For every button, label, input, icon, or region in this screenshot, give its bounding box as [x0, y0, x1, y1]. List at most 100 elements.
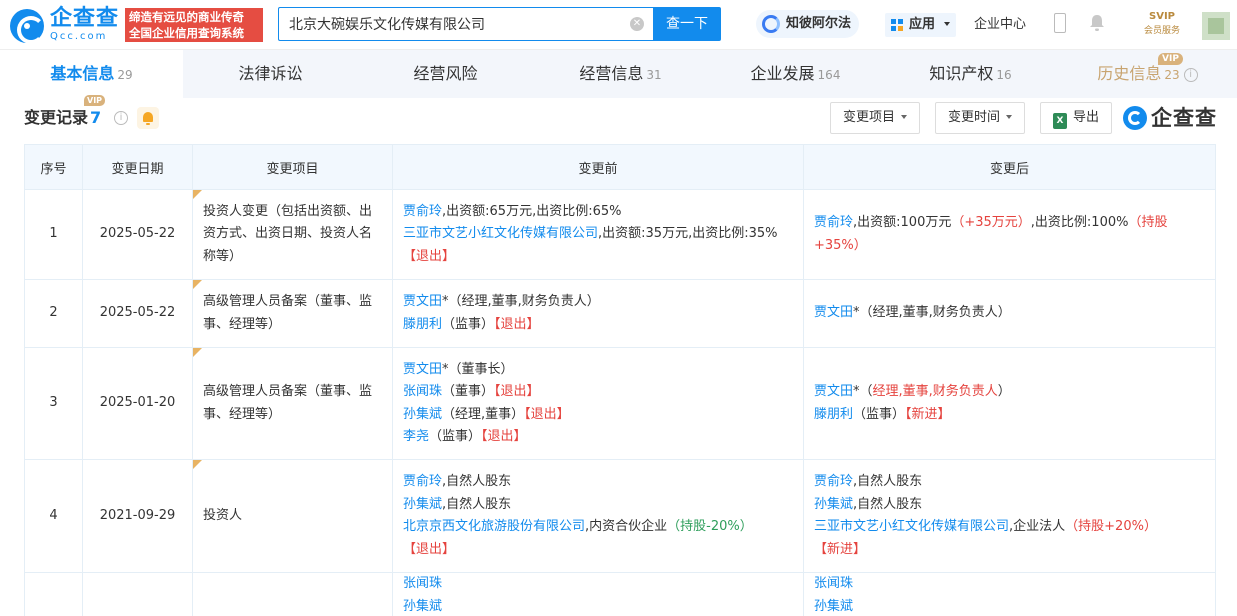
zhibi-logo-icon: [762, 15, 780, 33]
entity-link[interactable]: 贾俞玲: [403, 204, 442, 219]
before-line: 张闻珠: [403, 573, 793, 596]
entity-link[interactable]: 张闻珠: [403, 384, 442, 399]
change-text: （监事）: [853, 406, 906, 422]
entity-link[interactable]: 李尧: [403, 429, 429, 444]
cell-before: 贾俞玲,出资额:65万元,出资比例:65% 三亚市文艺小红文化传媒有限公司,出资额…: [392, 189, 804, 280]
entity-link[interactable]: 孙集斌: [814, 599, 853, 614]
tab-operation[interactable]: 经营信息 31: [533, 50, 708, 98]
zhibi-label: 知彼阿尔法: [786, 16, 852, 31]
entity-link[interactable]: 张闻珠: [814, 576, 853, 591]
after-line: 孙集斌: [814, 596, 1205, 616]
table-row: 3 2025-01-20 高级管理人员备案（董事、监事、经理等） 贾文田*（董事长）张…: [24, 347, 1216, 460]
entity-link[interactable]: 孙集斌: [403, 599, 442, 614]
change-text: *（: [853, 384, 873, 399]
zhibi-alpha-button[interactable]: 知彼阿尔法: [756, 10, 860, 38]
cell-after: 张闻珠 孙集斌: [803, 572, 1216, 616]
section-title-label: 变更记录: [24, 108, 89, 127]
cell-no: 3: [24, 347, 83, 460]
cell-date: 2021-09-29: [82, 459, 193, 573]
cell-change-item: 投资人变更（包括出资额、出资方式、出资日期、投资人名称等）: [192, 189, 393, 280]
before-line: 孙集斌（经理,董事）【退出】: [403, 404, 793, 427]
col-header-item: 变更项目: [192, 144, 393, 190]
monitor-bell-icon[interactable]: [137, 107, 159, 129]
table-row: 张闻珠 孙集斌 张闻珠 孙集斌: [24, 572, 1216, 616]
after-line: 孙集斌,自然人股东: [814, 494, 1205, 517]
avatar[interactable]: [1202, 12, 1230, 40]
table-header-row: 序号 变更日期 变更项目 变更前 变更后: [24, 144, 1216, 190]
change-text: ,出资额:65万元,出资比例:65%: [442, 203, 622, 219]
entity-link[interactable]: 滕朋利: [814, 407, 853, 422]
export-button[interactable]: X 导出: [1040, 102, 1113, 134]
entity-link[interactable]: 贾俞玲: [403, 474, 442, 489]
tab-label: 经营信息: [579, 64, 644, 83]
slogan-line-2: 全国企业信用查询系统: [129, 26, 244, 40]
cell-no: 2: [24, 279, 83, 348]
chevron-down-icon: [943, 22, 950, 26]
before-line: 贾文田*（经理,董事,财务负责人）: [403, 291, 793, 314]
cell-after: 贾文田*（经理,董事,财务负责人） 滕朋利（监事）【新进】: [803, 347, 1216, 460]
table-row: 2 2025-05-22 高级管理人员备案（董事、监事、经理等） 贾文田*（经理,董事…: [24, 279, 1216, 348]
grid-icon: [891, 19, 903, 31]
change-text: ,自然人股东: [442, 496, 512, 512]
cell-date: [82, 572, 193, 616]
filter-change-item-dropdown[interactable]: 变更项目: [830, 102, 921, 134]
change-tag: 【退出】: [403, 541, 456, 557]
qcc-logo[interactable]: 企查查 Qcc.com: [10, 7, 122, 44]
tab-risk[interactable]: 经营风险: [358, 50, 533, 98]
before-line: 【退出】: [403, 539, 793, 562]
enterprise-center-link[interactable]: 企业中心: [974, 15, 1026, 35]
entity-link[interactable]: 贾俞玲: [814, 215, 853, 230]
vip-badge: VIP: [84, 95, 106, 106]
search-button[interactable]: 查一下: [653, 7, 721, 41]
cell-before: 贾文田*（董事长） 张闻珠（董事）【退出】 孙集斌（经理,董事）【退出】 李尧（监事）…: [392, 347, 804, 460]
change-tag: （持股-20%）: [667, 519, 753, 534]
before-line: 三亚市文艺小红文化传媒有限公司,出资额:35万元,出资比例:35% 【退出】: [403, 223, 793, 268]
phone-icon[interactable]: [1054, 13, 1066, 33]
entity-link[interactable]: 北京京西文化旅游股份有限公司: [403, 519, 585, 534]
change-text: （监事）: [429, 429, 482, 444]
cell-date: 2025-05-22: [82, 189, 193, 280]
info-icon[interactable]: i: [114, 111, 128, 125]
change-tag: 【退出】: [494, 316, 540, 332]
svip-member-button[interactable]: SVIP 会员服务: [1136, 11, 1188, 39]
change-text: ,出资额:100万元: [853, 215, 952, 230]
apps-menu-button[interactable]: 应用: [885, 13, 956, 37]
entity-link[interactable]: 贾文田: [814, 384, 853, 399]
apps-label: 应用: [909, 17, 936, 32]
change-tag: 【新进】: [905, 406, 951, 422]
entity-link[interactable]: 张闻珠: [403, 576, 442, 591]
cell-before: 贾文田*（经理,董事,财务负责人） 滕朋利（监事）【退出】: [392, 279, 804, 348]
before-line: 孙集斌,自然人股东: [403, 494, 793, 517]
entity-link[interactable]: 贾文田: [403, 294, 442, 309]
after-line: 三亚市文艺小红文化传媒有限公司,企业法人（持股+20%）: [814, 516, 1205, 539]
change-text: ,内资合伙企业: [585, 519, 668, 534]
cell-date: 2025-01-20: [82, 347, 193, 460]
tab-basic-info[interactable]: 基本信息 29: [0, 50, 183, 98]
tab-history[interactable]: 历史信息 23 i VIP: [1058, 50, 1237, 98]
change-text: ,企业法人: [1009, 519, 1066, 534]
bell-icon[interactable]: [1089, 14, 1105, 32]
after-line: 贾俞玲,出资额:100万元（+35万元）,出资比例:100%（持股+35%）: [814, 212, 1205, 257]
entity-link[interactable]: 贾俞玲: [814, 474, 853, 489]
tab-count: 16: [996, 68, 1012, 82]
info-icon[interactable]: i: [1183, 68, 1198, 82]
tab-legal[interactable]: 法律诉讼: [183, 50, 358, 98]
cell-change-item: 投资人: [192, 459, 393, 573]
change-tag: 【退出】: [524, 406, 570, 422]
entity-link[interactable]: 贾文田: [814, 305, 853, 320]
filter-change-time-dropdown[interactable]: 变更时间: [935, 102, 1026, 134]
entity-link[interactable]: 三亚市文艺小红文化传媒有限公司: [814, 519, 1009, 534]
entity-link[interactable]: 贾文田: [403, 362, 442, 377]
search-clear-icon[interactable]: ✕: [630, 17, 644, 31]
cell-change-item: [192, 572, 393, 616]
search-input[interactable]: [289, 8, 629, 40]
tab-development[interactable]: 企业发展 164: [708, 50, 883, 98]
entity-link[interactable]: 三亚市文艺小红文化传媒有限公司: [403, 226, 598, 241]
entity-link[interactable]: 孙集斌: [814, 497, 853, 512]
entity-link[interactable]: 滕朋利: [403, 317, 442, 332]
entity-link[interactable]: 孙集斌: [403, 407, 442, 422]
tab-ip[interactable]: 知识产权 16: [883, 50, 1058, 98]
change-records-table: 序号 变更日期 变更项目 变更前 变更后 1 2025-05-22 投资人变更（包括…: [24, 144, 1216, 616]
entity-link[interactable]: 孙集斌: [403, 497, 442, 512]
before-line: 贾俞玲,出资额:65万元,出资比例:65%: [403, 201, 793, 224]
